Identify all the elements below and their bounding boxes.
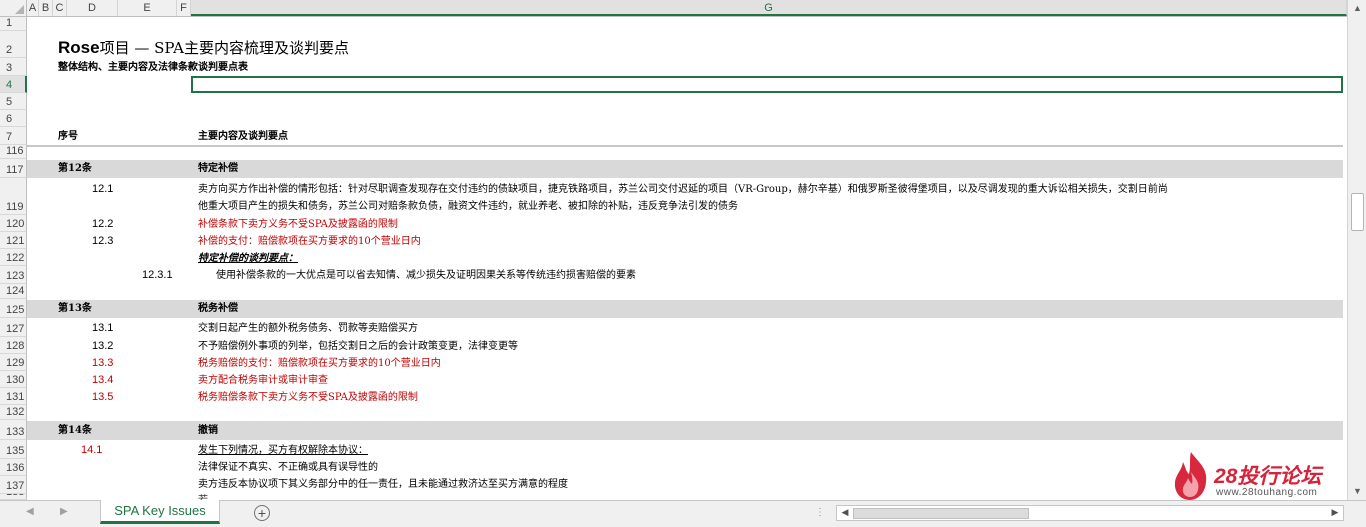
item-no[interactable]: 12.3 bbox=[92, 234, 113, 248]
column-header-g[interactable]: G bbox=[191, 0, 1347, 16]
tab-split-handle-icon[interactable]: ⋮ bbox=[815, 507, 826, 518]
scroll-up-arrow-icon[interactable]: ▲ bbox=[1352, 3, 1363, 14]
item-no[interactable]: 13.3 bbox=[92, 356, 113, 370]
row-header-137[interactable]: 137 bbox=[0, 476, 27, 494]
item-text[interactable]: 交割日起产生的额外税务债务、罚款等卖赔偿买方 bbox=[198, 322, 418, 336]
row-header-127[interactable]: 127 bbox=[0, 318, 27, 337]
subitem-text[interactable]: 使用补偿条款的一大优点是可以省去知情、减少损失及证明因果关系等传统违约损害赔偿的… bbox=[216, 269, 636, 283]
row-header-2[interactable]: 2 bbox=[0, 31, 27, 58]
frozen-pane-divider bbox=[27, 145, 1343, 147]
section-row-14 bbox=[27, 421, 1343, 440]
section-no[interactable]: 第12条 bbox=[58, 162, 92, 176]
row-header-119[interactable]: 119 bbox=[0, 178, 27, 215]
column-header-f[interactable]: F bbox=[177, 0, 191, 16]
item-text[interactable]: 卖方配合税务审计或审计审查 bbox=[198, 374, 328, 388]
vertical-scroll-thumb[interactable] bbox=[1351, 193, 1364, 231]
column-header-a[interactable]: A bbox=[27, 0, 39, 16]
item-text[interactable]: 补偿条款下卖方义务不受SPA及披露函的限制 bbox=[198, 218, 398, 232]
row-header-120[interactable]: 120 bbox=[0, 215, 27, 232]
sheet-tab-bar: ◀ ▶ SPA Key Issues + ⋮ ◀ ▶ bbox=[0, 500, 1366, 527]
subtitle: 整体结构、主要内容及法律条款谈判要点表 bbox=[58, 62, 248, 73]
column-header-b[interactable]: B bbox=[39, 0, 53, 16]
section-title[interactable]: 撤销 bbox=[198, 424, 218, 438]
row-header-132[interactable]: 132 bbox=[0, 405, 27, 420]
row-header-135[interactable]: 135 bbox=[0, 440, 27, 459]
section-title[interactable]: 特定补偿 bbox=[198, 162, 238, 176]
subitem-no[interactable]: 12.3.1 bbox=[142, 268, 173, 282]
item-no[interactable]: 13.1 bbox=[92, 321, 113, 335]
sheet-tab-spa-key-issues[interactable]: SPA Key Issues bbox=[100, 500, 220, 524]
row-header-122[interactable]: 122 bbox=[0, 249, 27, 266]
section-no[interactable]: 第14条 bbox=[58, 424, 92, 438]
row-header-133[interactable]: 133 bbox=[0, 420, 27, 440]
select-all-button[interactable] bbox=[0, 0, 27, 16]
item-no[interactable]: 12.2 bbox=[92, 217, 113, 231]
row-header-123[interactable]: 123 bbox=[0, 266, 27, 284]
title-latin: Rose bbox=[58, 38, 100, 57]
row-header-129[interactable]: 129 bbox=[0, 354, 27, 371]
row-header-4[interactable]: 4 bbox=[0, 76, 27, 93]
next-sheet-icon[interactable]: ▶ bbox=[60, 506, 68, 517]
column-header-d[interactable]: D bbox=[67, 0, 118, 16]
item-text[interactable]: 税务赔偿的支付：赔偿款项在买方要求的10个营业日内 bbox=[198, 357, 441, 371]
selected-cell-g4[interactable] bbox=[191, 76, 1343, 93]
negotiation-points-heading[interactable]: 特定补偿的谈判要点： bbox=[198, 252, 298, 266]
vertical-scrollbar[interactable]: ▲ ▼ bbox=[1347, 0, 1366, 500]
horizontal-scroll-thumb[interactable] bbox=[853, 508, 1029, 519]
row-header-121[interactable]: 121 bbox=[0, 232, 27, 249]
row-header-124[interactable]: 124 bbox=[0, 284, 27, 299]
scroll-right-arrow-icon[interactable]: ▶ bbox=[1329, 507, 1341, 518]
horizontal-scrollbar[interactable]: ◀ ▶ bbox=[836, 505, 1344, 521]
column-header-c[interactable]: C bbox=[53, 0, 67, 16]
item-text-continued[interactable]: 他重大项目产生的损失和债务，苏兰公司对赔条款负债，融资文件违约，就业养老、被扣除… bbox=[198, 200, 738, 214]
watermark-logo: 28投行论坛 www.28touhang.com bbox=[1170, 450, 1340, 502]
row-header-131[interactable]: 131 bbox=[0, 388, 27, 405]
row-header-136[interactable]: 136 bbox=[0, 459, 27, 476]
row-header-116[interactable]: 116 bbox=[0, 145, 27, 159]
row-header-6[interactable]: 6 bbox=[0, 110, 27, 127]
header-content: 主要内容及谈判要点 bbox=[198, 131, 288, 142]
row-header-117[interactable]: 117 bbox=[0, 159, 27, 178]
item-no[interactable]: 13.4 bbox=[92, 373, 113, 387]
item-text[interactable]: 发生下列情况，买方有权解除本协议： bbox=[198, 444, 368, 458]
flame-icon bbox=[1174, 452, 1207, 500]
item-text[interactable]: 卖方向买方作出补偿的情形包括：针对尽职调查发现存在交付违约的债缺项目，捷克铁路项… bbox=[198, 183, 1343, 197]
prev-sheet-icon[interactable]: ◀ bbox=[26, 506, 34, 517]
item-no[interactable]: 12.1 bbox=[92, 182, 113, 196]
item-no[interactable]: 13.5 bbox=[92, 390, 113, 404]
logo-name: 28投行论坛 bbox=[1214, 465, 1322, 488]
row-header-5[interactable]: 5 bbox=[0, 93, 27, 110]
page-title: Rose项目 — SPA主要内容梳理及谈判要点 bbox=[58, 37, 349, 58]
item-text[interactable]: 税务赔偿条款下卖方义务不受SPA及披露函的限制 bbox=[198, 391, 418, 405]
item-text[interactable]: 不予赔偿例外事项的列举，包括交割日之后的会计政策变更，法律变更等 bbox=[198, 340, 518, 354]
column-header-bar: A B C D E F G bbox=[0, 0, 1347, 17]
scroll-left-arrow-icon[interactable]: ◀ bbox=[839, 507, 851, 518]
list-item[interactable]: 卖方违反本协议项下其义务部分中的任一责任，且未能通过救济达至买方满意的程度 bbox=[198, 478, 568, 492]
item-text[interactable]: 补偿的支付：赔偿款项在买方要求的10个营业日内 bbox=[198, 235, 421, 249]
section-no[interactable]: 第13条 bbox=[58, 302, 92, 316]
row-header-128[interactable]: 128 bbox=[0, 337, 27, 354]
item-no[interactable]: 14.1 bbox=[81, 443, 102, 457]
logo-url: www.28touhang.com bbox=[1216, 487, 1318, 498]
item-no[interactable]: 13.2 bbox=[92, 339, 113, 353]
section-title[interactable]: 税务补偿 bbox=[198, 302, 238, 316]
row-header-1[interactable]: 1 bbox=[0, 17, 27, 31]
row-header-3[interactable]: 3 bbox=[0, 58, 27, 76]
add-sheet-button[interactable]: + bbox=[254, 505, 270, 521]
row-header-7[interactable]: 7 bbox=[0, 127, 27, 145]
row-header-125[interactable]: 125 bbox=[0, 299, 27, 318]
title-cjk: 项目 — SPA主要内容梳理及谈判要点 bbox=[99, 39, 349, 57]
list-item[interactable]: 法律保证不真实、不正确或具有误导性的 bbox=[198, 461, 378, 475]
scroll-down-arrow-icon[interactable]: ▼ bbox=[1352, 486, 1363, 497]
header-no: 序号 bbox=[58, 131, 78, 142]
row-header-130[interactable]: 130 bbox=[0, 371, 27, 388]
column-header-e[interactable]: E bbox=[118, 0, 177, 16]
